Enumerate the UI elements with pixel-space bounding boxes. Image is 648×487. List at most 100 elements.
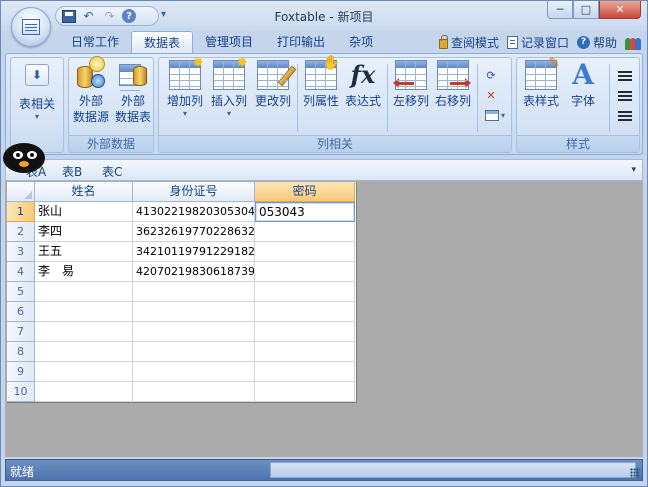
tab-misc[interactable]: 杂项 [337, 31, 385, 53]
sheet-list-dropdown[interactable]: ▾ [631, 165, 636, 175]
style-group-label: 样式 [517, 135, 639, 152]
table-row: 10 [7, 382, 356, 402]
row-number[interactable]: 6 [7, 302, 35, 322]
row-number[interactable]: 4 [7, 262, 35, 282]
column-properties-label: 列属性 [302, 94, 339, 108]
column-grid-menu-button[interactable]: ▾ [481, 106, 509, 124]
expression-button[interactable]: fx 表达式 [341, 60, 385, 109]
move-column-left-button[interactable]: 左移列 [389, 60, 433, 109]
group-columns: ✸ 增加列 ▾ ✸ 插入列 ▾ 更改列 ✋ 列属性 fx 表达式 左移列 右移列… [158, 56, 512, 153]
password-cell[interactable] [255, 262, 355, 282]
record-window-button[interactable]: 记录窗口 [506, 34, 569, 51]
resize-grip[interactable] [630, 468, 640, 478]
close-button[interactable]: ✕ [599, 1, 641, 19]
row-number[interactable]: 9 [7, 362, 35, 382]
align-left-button[interactable] [615, 68, 635, 86]
align-right-button[interactable] [615, 108, 635, 126]
maximize-button[interactable]: □ [573, 1, 599, 19]
id-number-cell[interactable] [133, 382, 255, 402]
password-cell[interactable] [255, 242, 355, 262]
align-center-button[interactable] [615, 88, 635, 106]
id-number-cell[interactable]: 342101197912291829 [133, 242, 255, 262]
name-cell[interactable] [35, 382, 133, 402]
name-cell[interactable] [35, 302, 133, 322]
row-number[interactable]: 2 [7, 222, 35, 242]
delete-column-button[interactable]: ✕ [481, 86, 501, 104]
password-cell[interactable] [255, 322, 355, 342]
row-number[interactable]: 1 [7, 202, 35, 222]
font-button[interactable]: A 字体 [563, 60, 603, 109]
column-header-password[interactable]: 密码 [255, 182, 355, 202]
application-menu-button[interactable] [11, 7, 51, 47]
row-number[interactable]: 3 [7, 242, 35, 262]
font-icon: A [572, 58, 594, 91]
minimize-button[interactable]: ─ [547, 1, 573, 19]
select-all-corner[interactable] [7, 182, 35, 202]
name-cell[interactable]: 王五 [35, 242, 133, 262]
column-properties-button[interactable]: ✋ 列属性 [299, 56, 343, 109]
password-cell[interactable] [255, 382, 355, 402]
sheet-tab-b[interactable]: 表B [62, 163, 82, 180]
refresh-icon: ⟳ [486, 68, 496, 82]
name-cell[interactable]: 张山 [35, 202, 133, 222]
insert-column-button[interactable]: ✸ 插入列 ▾ [207, 56, 251, 118]
row-number[interactable]: 8 [7, 342, 35, 362]
password-cell[interactable] [255, 282, 355, 302]
name-cell[interactable] [35, 322, 133, 342]
row-number[interactable]: 10 [7, 382, 35, 402]
id-number-cell[interactable] [133, 342, 255, 362]
name-cell[interactable] [35, 342, 133, 362]
id-number-cell[interactable]: 420702198306187396 [133, 262, 255, 282]
id-number-cell[interactable] [133, 362, 255, 382]
add-column-button[interactable]: ✸ 增加列 ▾ [163, 56, 207, 118]
password-cell[interactable] [255, 342, 355, 362]
move-column-right-button[interactable]: 右移列 [431, 60, 475, 109]
column-related-group-label: 列相关 [159, 135, 511, 152]
readonly-mode-button[interactable]: 查阅模式 [438, 34, 499, 51]
external-datatable-button[interactable]: 外部 数据表 [113, 60, 153, 125]
app-window: ↶ ↷ ? ▾ Foxtable - 新项目 ─ □ ✕ 日常工作 数据表 管理… [0, 0, 648, 487]
table-row: 6 [7, 302, 356, 322]
tab-manage-project[interactable]: 管理项目 [193, 31, 265, 53]
password-cell[interactable] [255, 302, 355, 322]
add-column-label: 增加列 [166, 94, 203, 108]
password-cell[interactable] [255, 362, 355, 382]
name-cell[interactable] [35, 282, 133, 302]
sheet-tab-bar: 表A 表B 表C ▾ [5, 159, 643, 181]
table-row: 4李 易 420702198306187396 [7, 262, 356, 282]
expression-label: 表达式 [344, 94, 381, 108]
row-number[interactable]: 5 [7, 282, 35, 302]
password-cell[interactable] [255, 222, 355, 242]
column-header-id[interactable]: 身份证号 [133, 182, 255, 202]
users-icon[interactable] [625, 35, 641, 50]
chevron-down-icon: ▾ [226, 109, 231, 118]
modify-column-button[interactable]: 更改列 [251, 60, 297, 109]
tab-daily-work[interactable]: 日常工作 [59, 31, 131, 53]
font-label: 字体 [570, 94, 595, 108]
tab-print-output[interactable]: 打印输出 [265, 31, 337, 53]
external-datatable-line1: 外部 [120, 94, 145, 108]
table-related-button[interactable]: ⬇ 表相关 ▾ [17, 60, 57, 121]
align-right-icon [618, 111, 632, 123]
tab-data-table[interactable]: 数据表 [131, 31, 194, 53]
id-number-cell[interactable] [133, 322, 255, 342]
name-cell[interactable] [35, 362, 133, 382]
id-number-cell[interactable]: 413022198203053043 [133, 202, 255, 222]
id-number-cell[interactable]: 362326197702286329 [133, 222, 255, 242]
id-number-cell[interactable] [133, 302, 255, 322]
external-datasource-line1: 外部 [78, 94, 103, 108]
ribbon: ⬇ 表相关 ▾ 外部 数据源 外部 数据表 外部数据 ✸ 增加列 ▾ ✸ 插入列… [5, 53, 643, 155]
password-cell[interactable]: 053043 [255, 202, 355, 222]
table-related-label: 表相关 [18, 97, 55, 111]
sheet-tab-c[interactable]: 表C [102, 163, 122, 180]
row-number[interactable]: 7 [7, 322, 35, 342]
external-datasource-button[interactable]: 外部 数据源 [71, 56, 111, 125]
readonly-mode-label: 查阅模式 [450, 35, 499, 50]
name-cell[interactable]: 李四 [35, 222, 133, 242]
name-cell[interactable]: 李 易 [35, 262, 133, 282]
table-style-button[interactable]: ✎ 表样式 [519, 56, 563, 109]
id-number-cell[interactable] [133, 282, 255, 302]
help-button[interactable]: ? 帮助 [576, 34, 617, 51]
refresh-column-button[interactable]: ⟳ [481, 66, 501, 84]
column-header-name[interactable]: 姓名 [35, 182, 133, 202]
